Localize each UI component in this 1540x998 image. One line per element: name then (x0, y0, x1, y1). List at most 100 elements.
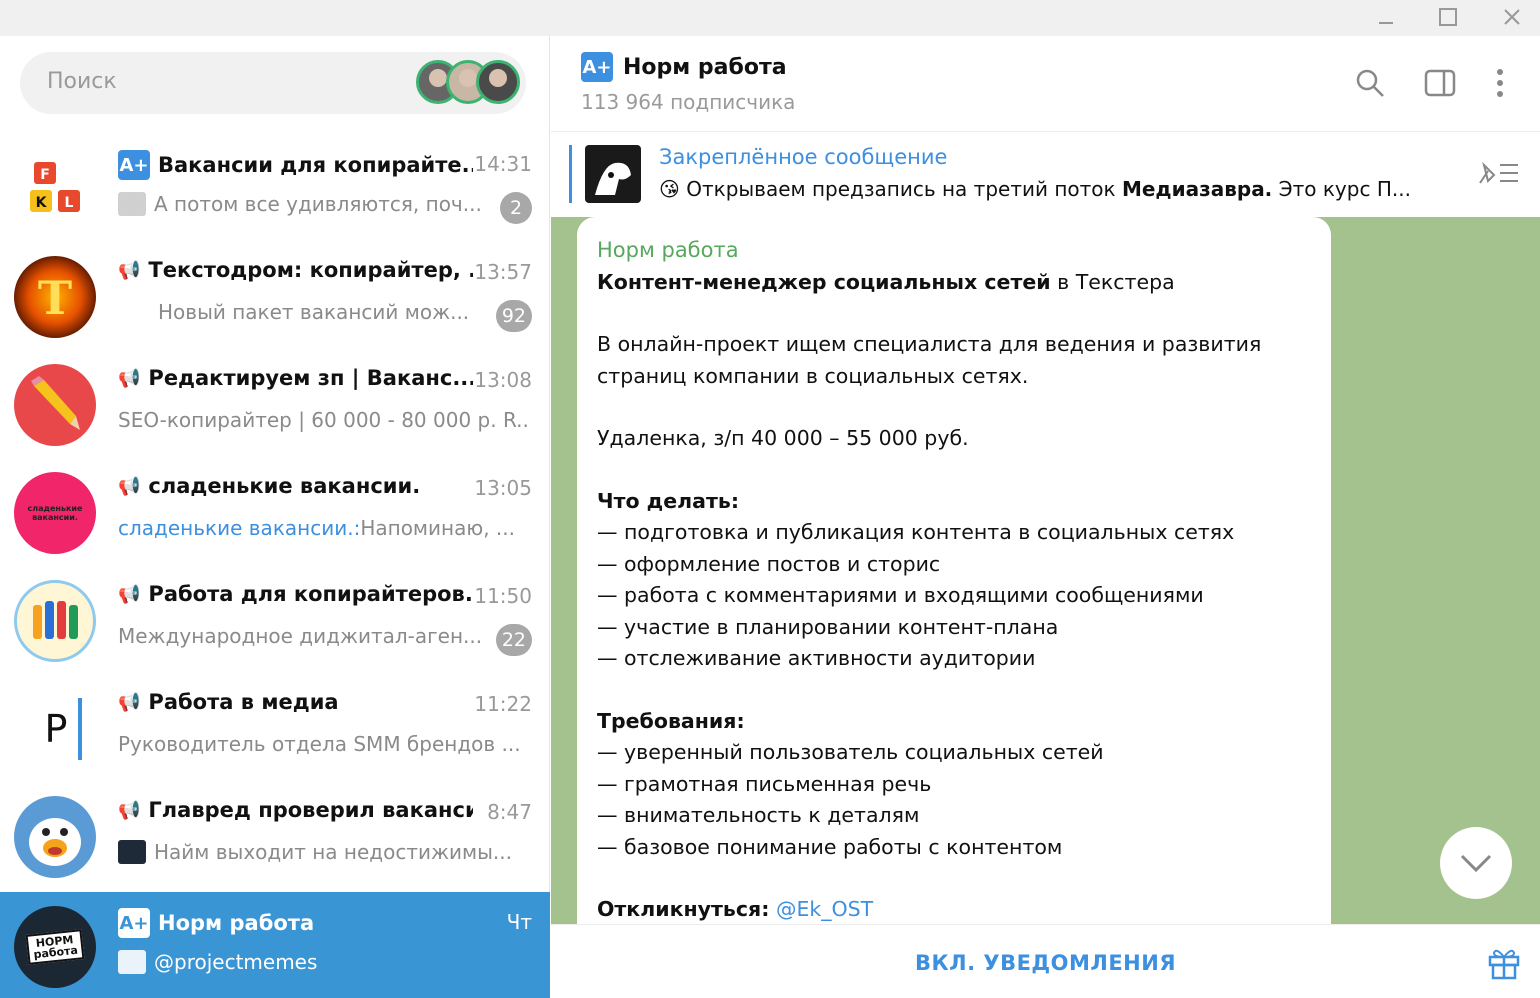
megaphone-icon: 📢 (118, 691, 141, 713)
requirement-item: — грамотная письменная речь (597, 771, 932, 796)
todo-item: — подготовка и публикация контента в соц… (597, 520, 1235, 544)
chat-time: 11:50 (474, 584, 532, 608)
chat-preview: А потом все удивляются, поч... (118, 192, 488, 216)
chat-time: Чт (506, 910, 532, 934)
chat-name: A+ Норм работа (118, 908, 473, 938)
avatar-logo: НОРМ работа (25, 929, 85, 965)
emoji-icon: 😘 (659, 177, 680, 201)
todo-heading: Что делать: (597, 488, 740, 513)
avatar: сладенькие вакансии. (14, 472, 96, 554)
pinned-thumbnail (585, 145, 641, 203)
preview-image-icon (118, 192, 146, 216)
message-title: Контент-менеджер социальных сетей в Текс… (597, 269, 1175, 294)
chat-name: A+ Вакансии для копирайте... (118, 150, 473, 180)
megaphone-icon: 📢 (118, 367, 141, 389)
pinned-list-icon[interactable] (1474, 157, 1522, 193)
channel-title[interactable]: A+ Норм работа (581, 52, 787, 82)
avatar (14, 580, 96, 662)
chat-time: 14:31 (474, 152, 532, 176)
todo-item: — работа с комментариями и входящими соо… (597, 583, 1204, 607)
search-placeholder: Поиск (47, 69, 117, 94)
chat-time: 13:05 (474, 476, 532, 500)
chat-preview: Руководитель отдела SMM брендов ... (118, 732, 521, 756)
avatar-letter: F (40, 167, 50, 183)
avatar (14, 796, 96, 878)
avatar-letter: T (38, 271, 72, 325)
megaphone-icon: 📢 (118, 583, 141, 605)
chat-item-active[interactable]: НОРМ работа A+ Норм работа Чт @projectmeme… (0, 892, 550, 998)
todo-item: — участие в планировании контент-плана (597, 614, 1059, 639)
maximize-icon[interactable] (1428, 4, 1468, 30)
search-icon[interactable] (1353, 66, 1387, 100)
chat-header[interactable]: A+ Норм работа 113 964 подписчика (551, 36, 1540, 132)
chat-item[interactable]: сладенькие вакансии. 📢 сладенькие ваканси… (0, 458, 550, 566)
a-plus-icon: A+ (581, 52, 613, 82)
chat-preview: Международное диджитал-аген... (118, 624, 483, 648)
todo-item: — отслеживание активности аудитории (597, 646, 1036, 670)
message-intro: В онлайн-проект ищем специалиста для вед… (597, 332, 1262, 388)
chat-preview: SEO-копирайтер | 60 000 - 80 000 р. R... (118, 408, 530, 432)
stories-avatars[interactable] (416, 60, 520, 106)
unread-badge: 92 (495, 300, 532, 332)
title-bar (0, 0, 1540, 36)
megaphone-icon: 📢 (118, 259, 141, 281)
chat-preview: Найм выходит на недостижимы... (118, 840, 530, 864)
avatar (14, 364, 96, 446)
avatar-bar (78, 698, 82, 760)
unread-badge: 22 (495, 624, 532, 656)
requirement-item: — внимательность к деталям (597, 803, 920, 827)
search-input[interactable]: Поиск (20, 52, 526, 114)
more-options-icon[interactable] (1483, 66, 1517, 100)
avatar-letter: Р (44, 707, 68, 751)
avatar: Р (26, 688, 86, 770)
chat-name: 📢 Работа для копирайтеров... (118, 582, 473, 606)
chat-item[interactable]: F K L A+ Вакансии для копирайте... 14:31 … (0, 134, 550, 242)
chat-item[interactable]: 📢 Главред проверил вакансию 8:47 Найм вых… (0, 782, 550, 890)
sidebar-toggle-icon[interactable] (1423, 66, 1457, 100)
message-sender: Норм работа (597, 238, 739, 262)
subscriber-count: 113 964 подписчика (581, 90, 796, 114)
story-avatar[interactable] (476, 60, 520, 104)
messages-area[interactable]: Норм работа Контент-менеджер социальных … (551, 217, 1540, 924)
chat-preview: @projectmemes (118, 950, 498, 974)
preview-sender: сладенькие вакансии.: (118, 516, 361, 540)
preview-doc-icon (118, 950, 146, 974)
chat-item[interactable]: Р 📢 Работа в медиа 11:22 Руководитель отд… (0, 674, 550, 782)
respond-link[interactable]: @Ek_OST (776, 897, 873, 921)
chat-time: 13:57 (474, 260, 532, 284)
bottom-bar: ВКЛ. УВЕДОМЛЕНИЯ (551, 924, 1540, 998)
chat-item[interactable]: T 📢 Текстодром: копирайтер, ... 13:57 Нов… (0, 242, 550, 350)
scroll-down-button[interactable] (1440, 827, 1512, 899)
message-bubble[interactable]: Норм работа Контент-менеджер социальных … (577, 217, 1331, 924)
megaphone-icon: 📢 (118, 475, 141, 497)
chat-name: 📢 Текстодром: копирайтер, ... (118, 258, 473, 282)
avatar-label: сладенькие вакансии. (27, 504, 83, 522)
avatar: T (14, 256, 96, 338)
requirement-item: — уверенный пользователь социальных сете… (597, 740, 1104, 764)
todo-item: — оформление постов и сторис (597, 551, 941, 576)
chat-item[interactable]: 📢 Редактируем зп | Ваканс... 13:08 SEO-ко… (0, 350, 550, 458)
pinned-title: Закреплённое сообщение (659, 145, 948, 169)
message-salary: Удаленка, з/п 40 000 – 55 000 руб. (597, 426, 969, 450)
avatar-letter: K (36, 195, 48, 211)
chat-name: 📢 Редактируем зп | Ваканс... (118, 366, 473, 390)
pinned-accent-bar (569, 145, 572, 203)
chat-time: 13:08 (474, 368, 532, 392)
avatar-letter: L (65, 195, 74, 211)
avatar: F K L (14, 148, 96, 230)
pinned-message-bar[interactable]: Закреплённое сообщение 😘 Открываем предз… (551, 133, 1540, 217)
respond-line: Откликнуться: @Ek_OST (597, 897, 874, 921)
chat-time: 11:22 (474, 692, 532, 716)
chat-name: 📢 Главред проверил вакансию (118, 798, 473, 822)
chat-preview: Новый пакет вакансий мож... (158, 300, 470, 324)
enable-notifications-button[interactable]: ВКЛ. УВЕДОМЛЕНИЯ (551, 951, 1540, 975)
avatar: НОРМ работа (14, 906, 96, 988)
unread-badge: 2 (500, 192, 532, 224)
preview-image-icon (118, 840, 146, 864)
gift-icon[interactable] (1486, 945, 1522, 981)
chat-item[interactable]: 📢 Работа для копирайтеров... 11:50 Междун… (0, 566, 550, 674)
megaphone-icon: 📢 (118, 799, 141, 821)
chat-preview: сладенькие вакансии.: Напоминаю, ... (118, 516, 515, 540)
close-icon[interactable] (1492, 4, 1532, 30)
minimize-icon[interactable] (1366, 4, 1406, 30)
